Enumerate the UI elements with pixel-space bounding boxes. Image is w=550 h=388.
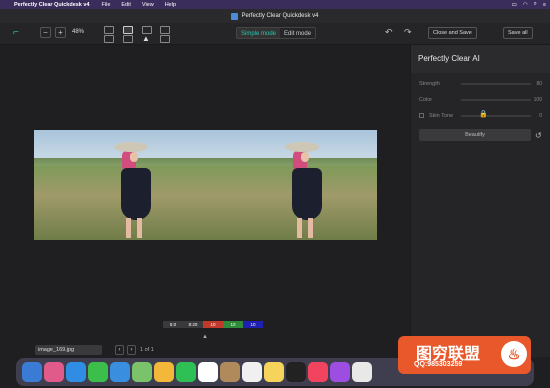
watermark-logo-icon: ♨ <box>501 341 527 367</box>
expand-up-icon[interactable]: ▲ <box>202 334 208 340</box>
search-icon[interactable]: ⌕ <box>534 1 537 8</box>
undo-icon[interactable]: ↶ <box>385 27 393 38</box>
calendar-icon[interactable] <box>198 362 218 382</box>
color-value: 100 <box>533 97 542 103</box>
control-center-icon[interactable]: ≡ <box>543 2 546 8</box>
swatch-green[interactable]: 10 <box>223 321 243 328</box>
messages-icon[interactable] <box>88 362 108 382</box>
swatch[interactable]: 8:20 <box>183 321 203 328</box>
watermark-qq: QQ:985303259 <box>414 361 463 368</box>
corrected-image[interactable] <box>205 130 377 240</box>
zoom-in-button[interactable]: + <box>55 27 66 38</box>
mode-switch: Simple mode Edit mode <box>236 27 317 39</box>
menu-view[interactable]: View <box>142 2 154 8</box>
photos-icon[interactable] <box>154 362 174 382</box>
app-icon <box>231 12 239 20</box>
view-triangle-icon[interactable]: ▲ <box>142 34 150 43</box>
zoom-value: 48% <box>72 29 85 35</box>
facetime-icon[interactable] <box>176 362 196 382</box>
view-grid-icon[interactable] <box>142 26 152 34</box>
save-all-label: Save all <box>508 30 528 36</box>
lock-icon: 🔒 <box>479 111 488 118</box>
page-indicator: 1 of 1 <box>140 347 154 353</box>
redo-icon[interactable]: ↷ <box>404 27 412 38</box>
prev-page-button[interactable]: ‹ <box>115 345 124 355</box>
edit-mode-tab[interactable]: Edit mode <box>280 28 315 38</box>
menu-app-name[interactable]: Perfectly Clear Quickdesk v4 <box>14 2 90 8</box>
original-image[interactable] <box>34 130 205 240</box>
swatch[interactable]: 5:0 <box>163 321 183 328</box>
watermark-badge: 图穷联盟 QQ:985303259 ♨ <box>398 336 531 374</box>
wifi-icon[interactable]: ◠ <box>523 2 528 8</box>
tv-icon[interactable] <box>286 362 306 382</box>
settings-panel: Perfectly Clear AI Strength 80 Color 100… <box>410 45 550 357</box>
view-fit-icon[interactable] <box>104 35 114 43</box>
finder-icon[interactable] <box>22 362 42 382</box>
view-single-icon[interactable] <box>104 26 114 34</box>
file-select[interactable]: image_169.jpg <box>35 345 102 355</box>
battery-icon[interactable]: ▭ <box>512 2 517 8</box>
menu-status-icons: ▭ ◠ ⌕ ≡ <box>512 0 546 9</box>
safari-icon[interactable] <box>66 362 86 382</box>
image-canvas[interactable] <box>0 45 410 343</box>
strength-slider[interactable] <box>461 83 531 85</box>
next-page-button[interactable]: › <box>127 345 136 355</box>
maps-icon[interactable] <box>132 362 152 382</box>
beautify-button[interactable]: Beautify <box>419 129 531 141</box>
view-compare-icon[interactable] <box>123 35 133 43</box>
crop-logo-icon[interactable]: ⌐ <box>13 28 23 38</box>
reset-icon[interactable]: ↺ <box>535 131 542 140</box>
bottom-bar: image_169.jpg ‹ › 1 of 1 <box>0 343 410 357</box>
swatch-red[interactable]: 10 <box>203 321 223 328</box>
beautify-label: Beautify <box>465 132 485 138</box>
strength-value: 80 <box>536 81 542 87</box>
toolbar: ⌐ − + 48% ▲ Simple mode Edit mode ↶ ↷ Cl… <box>0 23 550 45</box>
contacts-icon[interactable] <box>220 362 240 382</box>
menu-file[interactable]: File <box>102 2 111 8</box>
swatch-blue[interactable]: 10 <box>243 321 263 328</box>
panel-title: Perfectly Clear AI <box>418 54 480 63</box>
skin-tone-slider[interactable] <box>461 115 531 117</box>
notes-icon[interactable] <box>264 362 284 382</box>
skin-tone-label: Skin Tone <box>429 113 454 119</box>
view-side-alt-icon[interactable] <box>160 35 170 43</box>
zoom-out-button[interactable]: − <box>40 27 51 38</box>
close-save-label: Close and Save <box>433 30 472 36</box>
skin-tone-checkbox[interactable] <box>419 113 424 118</box>
strength-label: Strength <box>419 81 440 87</box>
launchpad-icon[interactable] <box>44 362 64 382</box>
music-icon[interactable] <box>308 362 328 382</box>
podcasts-icon[interactable] <box>330 362 350 382</box>
simple-mode-tab[interactable]: Simple mode <box>237 28 281 38</box>
reminders-icon[interactable] <box>242 362 262 382</box>
view-side-icon[interactable] <box>160 26 170 34</box>
histogram-swatches: 5:0 8:20 10 10 10 <box>163 321 263 328</box>
close-and-save-button[interactable]: Close and Save <box>428 27 477 39</box>
window-title: Perfectly Clear Quickdesk v4 <box>241 13 319 19</box>
menu-edit[interactable]: Edit <box>121 2 130 8</box>
menu-bar: Perfectly Clear Quickdesk v4 File Edit V… <box>0 0 550 9</box>
mail-icon[interactable] <box>110 362 130 382</box>
menu-help[interactable]: Help <box>165 2 176 8</box>
skin-tone-value: 0 <box>539 113 542 119</box>
view-split-icon[interactable] <box>123 26 133 34</box>
save-all-button[interactable]: Save all <box>503 27 533 39</box>
app-store-icon[interactable] <box>352 362 372 382</box>
color-label: Color <box>419 97 433 103</box>
window-titlebar: Perfectly Clear Quickdesk v4 <box>0 9 550 23</box>
color-slider[interactable] <box>461 99 531 101</box>
